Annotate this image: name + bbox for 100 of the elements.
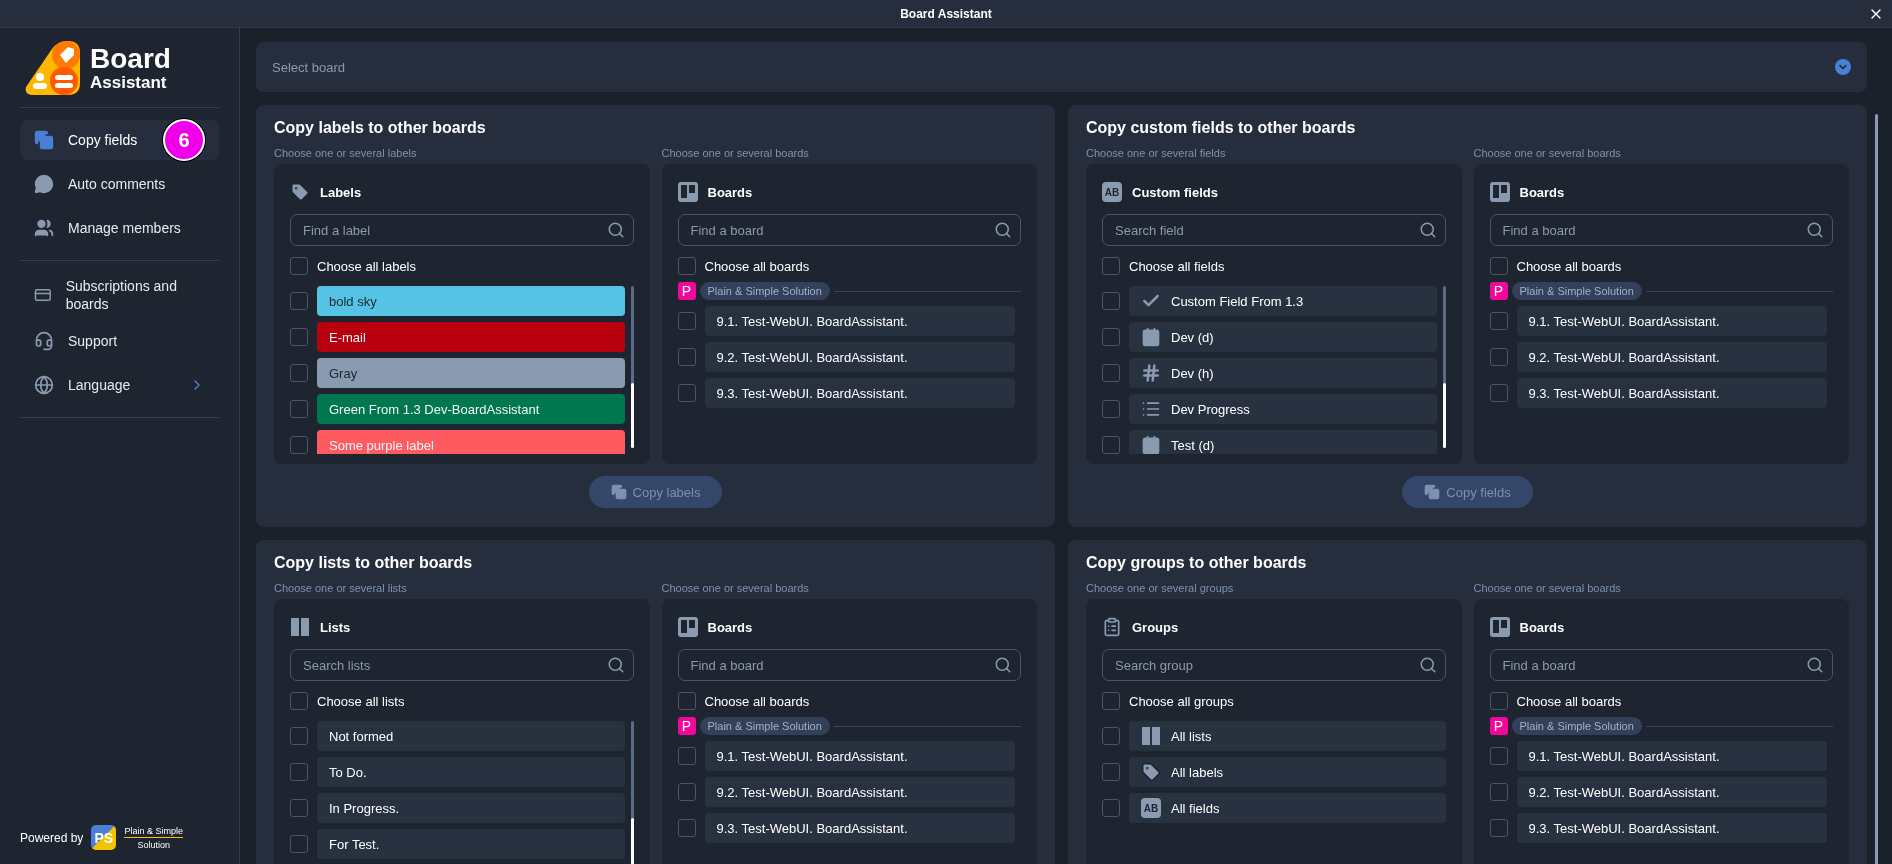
board-select[interactable]: Select board — [256, 42, 1867, 92]
nav-item[interactable]: Manage members — [20, 208, 219, 248]
checkbox[interactable] — [677, 257, 696, 275]
checkbox[interactable] — [1102, 727, 1120, 745]
section-title: Copy custom fields to other boards — [1086, 119, 1357, 137]
checkbox[interactable] — [1489, 348, 1508, 366]
list-item[interactable]: In Progress. — [317, 793, 625, 823]
search-field[interactable]: Find a label — [290, 214, 634, 246]
checkbox[interactable] — [1489, 384, 1508, 402]
calendar-icon — [1141, 327, 1161, 347]
nav-item[interactable]: Copy fields 6 — [20, 120, 219, 160]
checkbox[interactable] — [1102, 400, 1120, 418]
checkbox[interactable] — [1102, 292, 1120, 310]
list-item[interactable]: 9.3. Test-WebUI. BoardAssistant. — [704, 813, 1015, 843]
nav-item[interactable]: Auto comments — [20, 164, 219, 204]
search-field[interactable]: Find a board — [677, 214, 1021, 246]
checkbox[interactable] — [677, 747, 696, 765]
checkbox[interactable] — [290, 292, 308, 310]
list-item[interactable]: Dev (d) — [1129, 322, 1437, 352]
checkbox[interactable] — [1489, 747, 1508, 765]
checkbox[interactable] — [1489, 819, 1508, 837]
checkbox[interactable] — [290, 328, 308, 346]
hash-icon — [1141, 363, 1161, 383]
list-item[interactable]: 9.1. Test-WebUI. BoardAssistant. — [1516, 741, 1827, 771]
checkbox[interactable] — [290, 400, 308, 418]
list-item[interactable]: 9.3. Test-WebUI. BoardAssistant. — [1516, 813, 1827, 843]
scrollbar[interactable] — [630, 286, 634, 448]
nav-label: Copy fields — [68, 130, 138, 150]
checkbox[interactable] — [1102, 692, 1120, 710]
list-item[interactable]: Not formed — [317, 721, 625, 751]
list-item[interactable]: 9.2. Test-WebUI. BoardAssistant. — [704, 342, 1015, 372]
panel-hint: Choose one or several lists — [274, 582, 408, 594]
brand-name: Plain & Simple — [124, 825, 183, 838]
checkbox[interactable] — [1102, 799, 1120, 817]
list-item[interactable]: 9.3. Test-WebUI. BoardAssistant. — [1516, 378, 1827, 408]
checkbox[interactable] — [677, 348, 696, 366]
label-item[interactable]: Green From 1.3 Dev-BoardAssistant — [317, 394, 625, 424]
search-field[interactable]: Search group — [1102, 649, 1446, 681]
list-item[interactable]: 9.3. Test-WebUI. BoardAssistant. — [704, 378, 1015, 408]
list-item[interactable]: 9.1. Test-WebUI. BoardAssistant. — [704, 306, 1015, 336]
nav-item[interactable]: Support — [20, 321, 219, 362]
org-badge: P — [1489, 282, 1508, 300]
checkbox[interactable] — [677, 819, 696, 837]
checkbox[interactable] — [1102, 328, 1120, 346]
calendar-icon — [1141, 435, 1161, 454]
checkbox[interactable] — [290, 436, 308, 454]
checkbox[interactable] — [290, 763, 308, 781]
checkbox[interactable] — [290, 692, 308, 710]
list-item[interactable]: 9.1. Test-WebUI. BoardAssistant. — [1516, 306, 1827, 336]
nav-item[interactable]: Language — [20, 365, 219, 406]
checkbox[interactable] — [677, 692, 696, 710]
checkbox[interactable] — [1489, 692, 1508, 710]
list-item[interactable]: Dev Progress — [1129, 394, 1437, 424]
scrollbar[interactable] — [1442, 286, 1446, 448]
checkbox[interactable] — [677, 384, 696, 402]
checkbox[interactable] — [290, 799, 308, 817]
checkbox[interactable] — [290, 835, 308, 853]
checkbox[interactable] — [677, 312, 696, 330]
checkbox[interactable] — [1489, 783, 1508, 801]
scrollbar[interactable] — [1875, 114, 1878, 864]
label-item[interactable]: E-mail — [317, 322, 625, 352]
nav-item[interactable]: Subscriptions and boards — [20, 273, 219, 318]
list-item[interactable]: For Test. — [317, 829, 625, 859]
search-field[interactable]: Find a board — [1489, 214, 1833, 246]
checkbox[interactable] — [1102, 436, 1120, 454]
list-item[interactable]: All labels — [1129, 757, 1446, 787]
org-name: Plain & Simple Solution — [1511, 717, 1642, 735]
list-item[interactable]: Custom Field From 1.3 — [1129, 286, 1437, 316]
item-label: Dev (d) — [1171, 329, 1214, 345]
search-field[interactable]: Search lists — [290, 649, 634, 681]
list-item[interactable]: 9.2. Test-WebUI. BoardAssistant. — [704, 777, 1015, 807]
list-item[interactable]: Dev (h) — [1129, 358, 1437, 388]
checkbox[interactable] — [290, 257, 308, 275]
copy-icon — [610, 484, 627, 500]
checkbox[interactable] — [1489, 257, 1508, 275]
powered-by-text: Powered by — [20, 830, 84, 845]
choose-all-label: Choose all boards — [704, 258, 810, 274]
checkbox[interactable] — [1489, 312, 1508, 330]
list-item[interactable]: All lists — [1129, 721, 1446, 751]
checkbox[interactable] — [290, 364, 308, 382]
list-item[interactable]: 9.2. Test-WebUI. BoardAssistant. — [1516, 342, 1827, 372]
label-item[interactable]: Gray — [317, 358, 625, 388]
search-field[interactable]: Find a board — [1489, 649, 1833, 681]
checkbox[interactable] — [290, 727, 308, 745]
list-item[interactable]: 9.1. Test-WebUI. BoardAssistant. — [704, 741, 1015, 771]
list-item[interactable]: Test (d) — [1129, 430, 1437, 454]
list-item[interactable]: To Do. — [317, 757, 625, 787]
logo-subtitle: Assistant — [90, 73, 168, 91]
checkbox[interactable] — [1102, 257, 1120, 275]
scrollbar[interactable] — [630, 721, 634, 864]
checkbox[interactable] — [677, 783, 696, 801]
org-badge: P — [677, 282, 696, 300]
label-item[interactable]: bold sky — [317, 286, 625, 316]
search-field[interactable]: Find a board — [677, 649, 1021, 681]
checkbox[interactable] — [1102, 364, 1120, 382]
checkbox[interactable] — [1102, 763, 1120, 781]
list-item[interactable]: 9.2. Test-WebUI. BoardAssistant. — [1516, 777, 1827, 807]
board-icon — [677, 617, 698, 637]
search-field[interactable]: Search field — [1102, 214, 1446, 246]
list-item[interactable]: AB All fields — [1129, 793, 1446, 823]
